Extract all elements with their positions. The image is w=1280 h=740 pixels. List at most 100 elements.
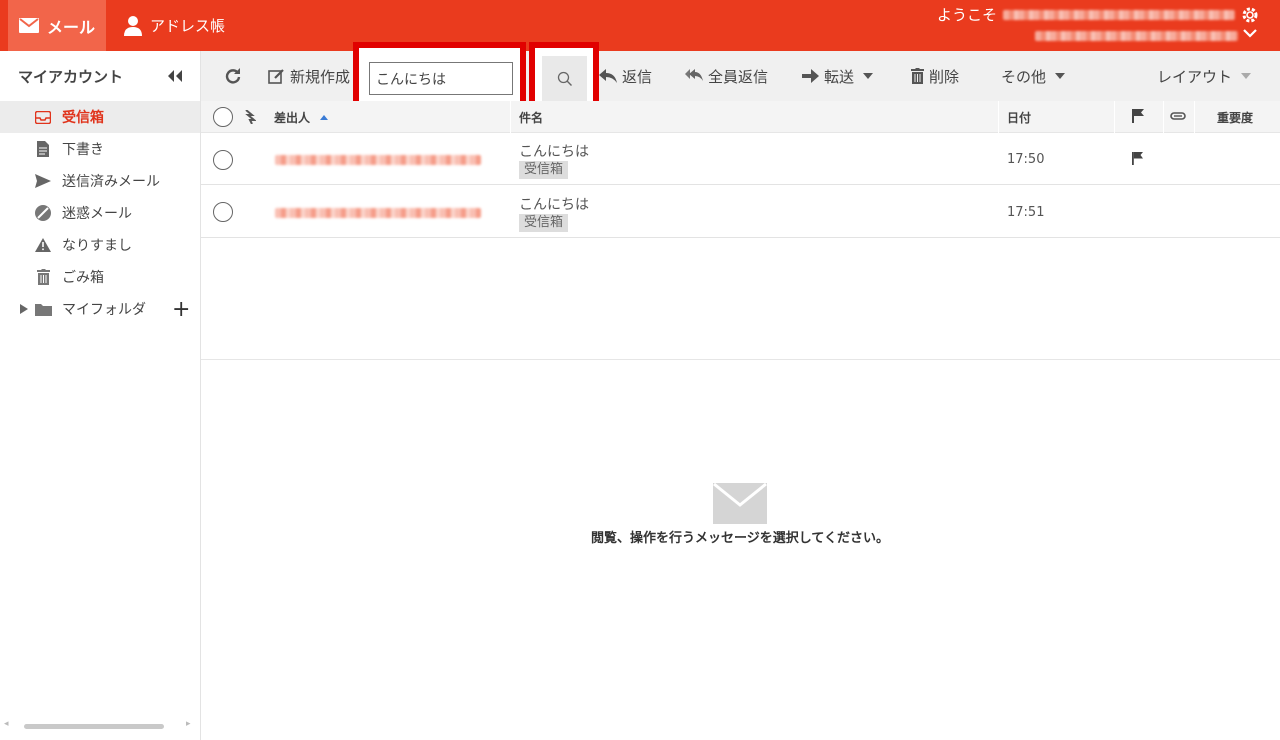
message-subject: こんにちは [519,197,589,213]
scrollbar-thumb[interactable] [24,724,164,729]
sidebar-item-label: なりすまし [62,238,132,254]
column-sender-label: 差出人 [274,111,311,125]
layout-caret-icon [1241,73,1252,79]
sidebar-item-spam[interactable]: 迷惑メール [0,197,200,229]
column-date[interactable]: 日付 [1007,109,1031,126]
preview-empty-message: 閲覧、操作を行うメッセージを選択してください。 [591,531,889,546]
sidebar-item-my-folder[interactable]: マイフォルダ + [0,293,200,325]
scroll-right-icon[interactable]: ▸ [186,719,191,729]
top-header: メール アドレス帳 ようこそ [0,0,1280,51]
flag-icon[interactable] [1132,152,1143,165]
sidebar-item-label: ごみ箱 [62,270,104,286]
message-row[interactable]: こんにちは 受信箱 17:50 [201,133,1280,185]
list-divider [201,359,1280,360]
row-checkbox[interactable] [213,202,233,222]
sidebar-item-trash[interactable]: ごみ箱 [0,261,200,293]
flag-column-icon[interactable] [1132,109,1144,123]
gear-icon[interactable] [1241,6,1259,24]
delete-label: 削除 [929,67,960,86]
redacted-sender [275,155,481,165]
add-folder-button[interactable]: + [172,297,190,322]
thread-icon[interactable] [244,110,256,124]
reply-all-label: 全員返信 [708,67,769,86]
tab-mail[interactable]: メール [8,0,106,51]
column-priority[interactable]: 重要度 [1217,109,1253,126]
forward-label: 転送 [824,67,855,86]
column-subject[interactable]: 件名 [519,109,543,126]
compose-icon [268,68,284,84]
search-button[interactable] [542,56,587,101]
layout-menu-button[interactable]: レイアウト [1157,51,1252,101]
refresh-button[interactable] [225,51,246,101]
compose-button[interactable]: 新規作成 [268,51,350,101]
column-divider [1114,101,1115,133]
mail-icon [19,18,39,33]
reply-all-icon [685,69,703,81]
layout-label: レイアウト [1157,67,1233,86]
other-label: その他 [1001,67,1047,86]
sort-asc-icon [320,115,329,120]
column-divider [1163,101,1164,133]
chevron-down-icon[interactable] [1243,28,1257,38]
sidebar-item-label: 迷惑メール [62,206,132,222]
sidebar-header: マイアカウント [0,51,200,101]
scroll-left-icon[interactable]: ◂ [4,719,9,729]
refresh-icon [225,68,241,84]
delete-button[interactable]: 削除 [911,51,959,101]
row-checkbox[interactable] [213,150,233,170]
sidebar-item-label: 受信箱 [62,110,104,126]
message-date: 17:50 [1007,152,1045,167]
column-divider [1194,101,1195,133]
reply-button[interactable]: 返信 [599,51,652,101]
sidebar-title: マイアカウント [18,67,124,86]
sidebar-item-inbox[interactable]: 受信箱 [0,101,200,133]
welcome-label: ようこそ [937,6,998,24]
forward-button[interactable]: 転送 [802,51,874,101]
compose-label: 新規作成 [290,67,351,86]
sidebar: マイアカウント 受信箱 下書き 送信済みメール 迷惑メール なりすまし ごみ箱 … [0,51,201,740]
other-caret-icon [1055,73,1066,79]
column-sender[interactable]: 差出人 [274,109,329,126]
sidebar-item-sent[interactable]: 送信済みメール [0,165,200,197]
column-divider [998,101,999,133]
welcome-text: ようこそ [937,4,1236,25]
sidebar-item-label: マイフォルダ [62,302,146,318]
reply-all-button[interactable]: 全員返信 [685,51,768,101]
sidebar-item-label: 送信済みメール [62,174,160,190]
person-icon [124,15,142,36]
message-subject: こんにちは [519,144,589,160]
attachment-column-icon[interactable] [1170,111,1186,121]
arrow-right-icon [802,69,819,83]
warning-icon [34,236,52,254]
other-menu-button[interactable]: その他 [1001,51,1066,101]
reply-icon [599,69,617,83]
reply-label: 返信 [622,67,653,86]
spam-icon [34,204,52,222]
folder-tag: 受信箱 [519,161,569,179]
draft-icon [34,140,52,158]
message-list-header: 差出人 件名 日付 重要度 [201,101,1280,133]
column-divider [510,101,511,133]
horizontal-scrollbar[interactable]: ◂ ▸ [0,718,200,732]
redacted-sender [275,208,481,218]
send-icon [34,172,52,190]
trash-icon [911,68,924,84]
envelope-icon [713,483,767,524]
tab-mail-label: メール [47,17,96,37]
sidebar-item-drafts[interactable]: 下書き [0,133,200,165]
expand-triangle-icon[interactable] [20,304,28,314]
tab-address-label: アドレス帳 [150,17,226,35]
inbox-icon [34,108,52,126]
redacted-email [1003,9,1236,20]
search-icon [557,71,572,86]
sidebar-item-label: 下書き [62,142,104,158]
message-row[interactable]: こんにちは 受信箱 17:51 [201,186,1280,238]
folder-icon [34,300,52,318]
folder-tag: 受信箱 [519,214,569,232]
select-all-checkbox[interactable] [213,107,233,127]
trash-icon [34,268,52,286]
tab-address-book[interactable]: アドレス帳 [124,0,225,51]
collapse-sidebar-icon[interactable] [166,70,184,82]
search-input[interactable] [369,62,513,95]
sidebar-item-spoofing[interactable]: なりすまし [0,229,200,261]
